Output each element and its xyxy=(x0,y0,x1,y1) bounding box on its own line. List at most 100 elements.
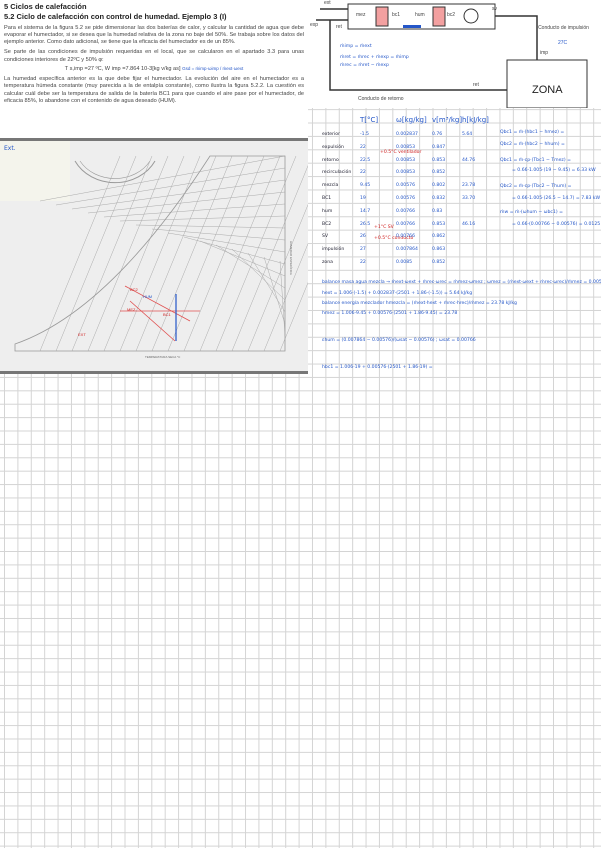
impulse-conditions: T s,imp =27 ºC, W imp =7.864 10-3[kg v/k… xyxy=(4,66,304,73)
table-cell-w: 0.00853 xyxy=(396,144,415,150)
hvac-diagram: ext exp ret mez bc1 hum bc2 sv imp ret C… xyxy=(308,0,601,109)
paragraph: Se parte de las condiciones de impulsión… xyxy=(4,49,304,63)
formula-line: = 0.66·1.005·(26.5 − 14.7) = 7.83 kW xyxy=(512,196,601,201)
header-humidity: ω[kg/kg] xyxy=(396,116,427,124)
x-axis-label: TEMPERATURA SECA °C xyxy=(145,355,181,359)
calculation-line: balance energía mezclador hmezcla = (ṁex… xyxy=(322,301,517,306)
header-enthalpy: h[kJ/kg] xyxy=(462,116,489,124)
chart-gridline xyxy=(103,155,185,352)
table-cell-T: -1.5 xyxy=(360,132,369,137)
table-cell-w: 0.00766 xyxy=(396,221,415,227)
calculation-line: balance masa agua mezcla → ṁext·ωext + ṁ… xyxy=(322,280,601,285)
handwritten-note: Gsd = ṁimp·ωimp / ṁext·ωext xyxy=(182,65,244,71)
formula-line: Qbc1 = ṁ·(hbc1 − hmez) = xyxy=(500,130,565,135)
label-imp: imp xyxy=(540,50,549,56)
exercise-title: 5.2 Ciclo de calefacción con control de … xyxy=(4,11,227,21)
table-cell-T: 9.45 xyxy=(360,183,371,189)
table-cell-v: 0.76 xyxy=(432,132,443,137)
supply-temp: 27C xyxy=(558,40,568,46)
table-cell-h: 23.78 xyxy=(462,183,476,189)
table-cell-name: recirculación xyxy=(322,170,352,176)
mass-note: ṁrec = ṁret − ṁexp xyxy=(340,63,389,68)
table-cell-v: 0.832 xyxy=(432,196,446,201)
table-cell-h: 46.16 xyxy=(462,221,476,227)
table-cell-v: 0.852 xyxy=(432,170,446,176)
red-note: +1°C SV xyxy=(374,225,394,230)
formula-line: = 0.66·1.005·(19 − 9.45) = 6.33 kW xyxy=(512,168,596,173)
header-volume: v[m³/kg] xyxy=(432,116,463,124)
label-bc1: bc1 xyxy=(392,12,401,18)
chart-point-ext: EXT xyxy=(78,332,86,337)
paragraph: Para el sistema de la figura 5.2 se pide… xyxy=(4,24,304,46)
table-cell-T: 26 xyxy=(360,234,366,240)
formula-line: Qbc1 = ṁ·cp·(Tbc1 − Tmez) = xyxy=(500,158,571,163)
label-mez: mez xyxy=(356,12,366,18)
chart-gridline xyxy=(151,228,286,241)
table-cell-v: 0.83 xyxy=(432,208,443,214)
label-sv: sv xyxy=(492,6,497,12)
chart-gridline xyxy=(247,155,329,352)
table-cell-w: 0.00576 xyxy=(396,196,415,201)
table-cell-name: mezcla xyxy=(322,183,339,189)
chart-note: Ext. xyxy=(4,145,16,152)
chart-gridline xyxy=(183,236,286,265)
chart-gridline xyxy=(71,155,153,352)
table-cell-T: 14.7 xyxy=(360,208,371,214)
exercise-text: 5 Ciclos de calefacción 5.2 Ciclo de cal… xyxy=(0,0,308,138)
table-cell-w: 0.002837 xyxy=(396,132,418,137)
label-bc2: bc2 xyxy=(447,12,456,18)
table-cell-name: expulsión xyxy=(322,144,344,150)
formula-text: T s,imp =27 ºC, W imp =7.864 10-3[kg v/k… xyxy=(64,65,181,72)
paragraph: La humedad específica anterior es la que… xyxy=(4,76,304,104)
table-cell-name: zona xyxy=(322,260,333,265)
table-cell-name: SV xyxy=(322,234,329,240)
table-cell-name: hum xyxy=(322,208,333,214)
table-cell-v: 0.852 xyxy=(432,260,446,265)
chart-point-hum: HUM xyxy=(143,294,152,299)
table-cell-v: 0.853 xyxy=(432,157,446,163)
table-cell-w: 0.00766 xyxy=(396,234,415,240)
table-cell-v: 0.853 xyxy=(432,221,446,227)
table-cell-v: 0.847 xyxy=(432,144,446,150)
handwritten-properties-table: T[°C] ω[kg/kg] v[m³/kg] h[kJ/kg] +0.5°C … xyxy=(322,112,601,272)
chart-gridline xyxy=(183,155,265,352)
chart-gridline xyxy=(231,155,313,352)
calculation-line: hmez = 1.006·9.45 + 0.00576·(2501 + 1.86… xyxy=(322,311,458,316)
chart-gridline xyxy=(119,155,201,352)
chart-gridline xyxy=(151,155,233,352)
calculation-line: hbc1 = 1.006·19 + 0.00576·(2501 + 1.86·1… xyxy=(322,365,433,370)
table-cell-v: 0.802 xyxy=(432,183,446,189)
chart-gridline xyxy=(135,224,286,229)
header-temperature: T[°C] xyxy=(360,116,379,124)
return-duct-label: Conducto de retorno xyxy=(358,96,404,102)
table-cell-name: exterior xyxy=(322,132,340,137)
chart-gridline xyxy=(87,155,169,352)
table-cell-w: 0.00576 xyxy=(396,183,415,189)
y-axis-label: HUMEDAD ESPECÍFICA xyxy=(289,241,293,275)
formula-line: Qbc2 = ṁ·(hbc2 − hhum) = xyxy=(500,142,565,147)
table-cell-w: 0.00853 xyxy=(396,157,415,163)
chart-gridline xyxy=(119,215,286,222)
table-cell-T: 27 xyxy=(360,247,366,253)
red-note: +0.5°C ventilador xyxy=(380,150,422,155)
psychrometric-lines: BC2 HUM BC1 MEZ EXT TEMPERATURA SECA °C … xyxy=(0,141,361,359)
table-cell-T: 19 xyxy=(360,196,366,201)
table-cell-w: 0.00853 xyxy=(396,170,415,176)
table-cell-name: retorno xyxy=(322,157,339,163)
chart-gridline xyxy=(55,167,286,206)
mass-note: ṁret = ṁrec + ṁexp = ṁimp xyxy=(340,55,409,60)
chart-gridline xyxy=(263,155,345,352)
chart-gridline xyxy=(167,232,286,253)
formula-line: Qbc2 = ṁ·cp·(Tbc2 − Thum) = xyxy=(500,184,572,189)
zone-label: ZONA xyxy=(532,84,563,96)
table-cell-T: 22.5 xyxy=(360,157,371,163)
table-cell-name: BC2 xyxy=(322,221,332,227)
table-cell-T: 22 xyxy=(360,144,366,150)
chart-gridline xyxy=(199,240,286,277)
section-heading: 5 Ciclos de calefacción xyxy=(4,2,87,11)
table-cell-w: 0.00766 xyxy=(396,208,415,214)
table-cell-T: 22 xyxy=(360,170,366,176)
chart-point-mez: MEZ xyxy=(127,307,136,312)
calculation-line: hext = 1.006·(-1.5) + 0.002837·(2501 + 1… xyxy=(322,291,473,296)
table-cell-name: impulsión xyxy=(322,247,345,253)
